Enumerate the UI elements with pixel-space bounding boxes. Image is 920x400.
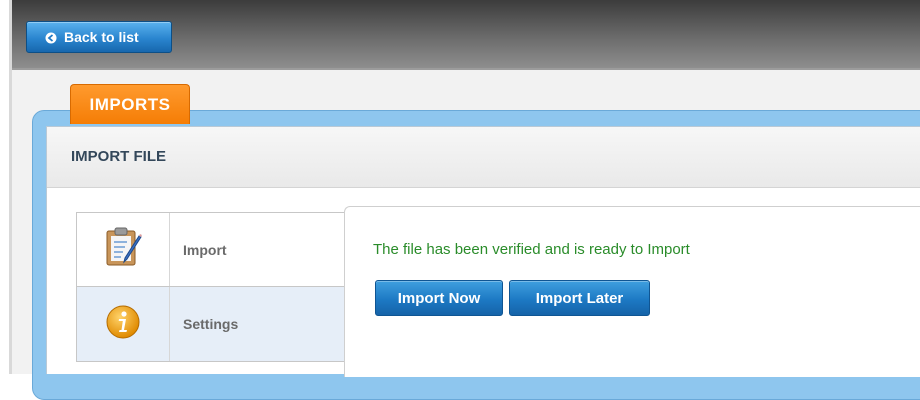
arrow-left-circle-icon [45,31,57,44]
verification-message: The file has been verified and is ready … [373,241,690,258]
import-now-button[interactable]: Import Now [375,280,503,316]
step-settings-label: Settings [183,316,239,332]
info-icon [105,304,141,345]
window-edge [0,0,12,374]
step-settings[interactable]: Settings [77,287,345,361]
import-later-button[interactable]: Import Later [509,280,650,316]
step-icon-cell [77,287,170,361]
panel-header: IMPORT FILE [47,127,920,188]
import-now-label: Import Now [397,289,481,307]
import-later-label: Import Later [535,289,624,307]
back-to-list-label: Back to list [64,29,139,45]
back-to-list-button[interactable]: Back to list [26,21,172,53]
clipboard-pencil-icon [101,225,145,274]
step-import-label: Import [183,241,227,258]
step-import[interactable]: Import [77,213,345,287]
top-toolbar: Back to list [12,0,920,70]
step-icon-cell [77,213,170,286]
import-status-card: The file has been verified and is ready … [344,206,920,377]
page-title: IMPORT FILE [71,148,166,165]
tab-imports[interactable]: IMPORTS [70,84,190,124]
tab-imports-label: IMPORTS [89,94,171,114]
wizard-step-list: Import Settings [76,212,346,362]
